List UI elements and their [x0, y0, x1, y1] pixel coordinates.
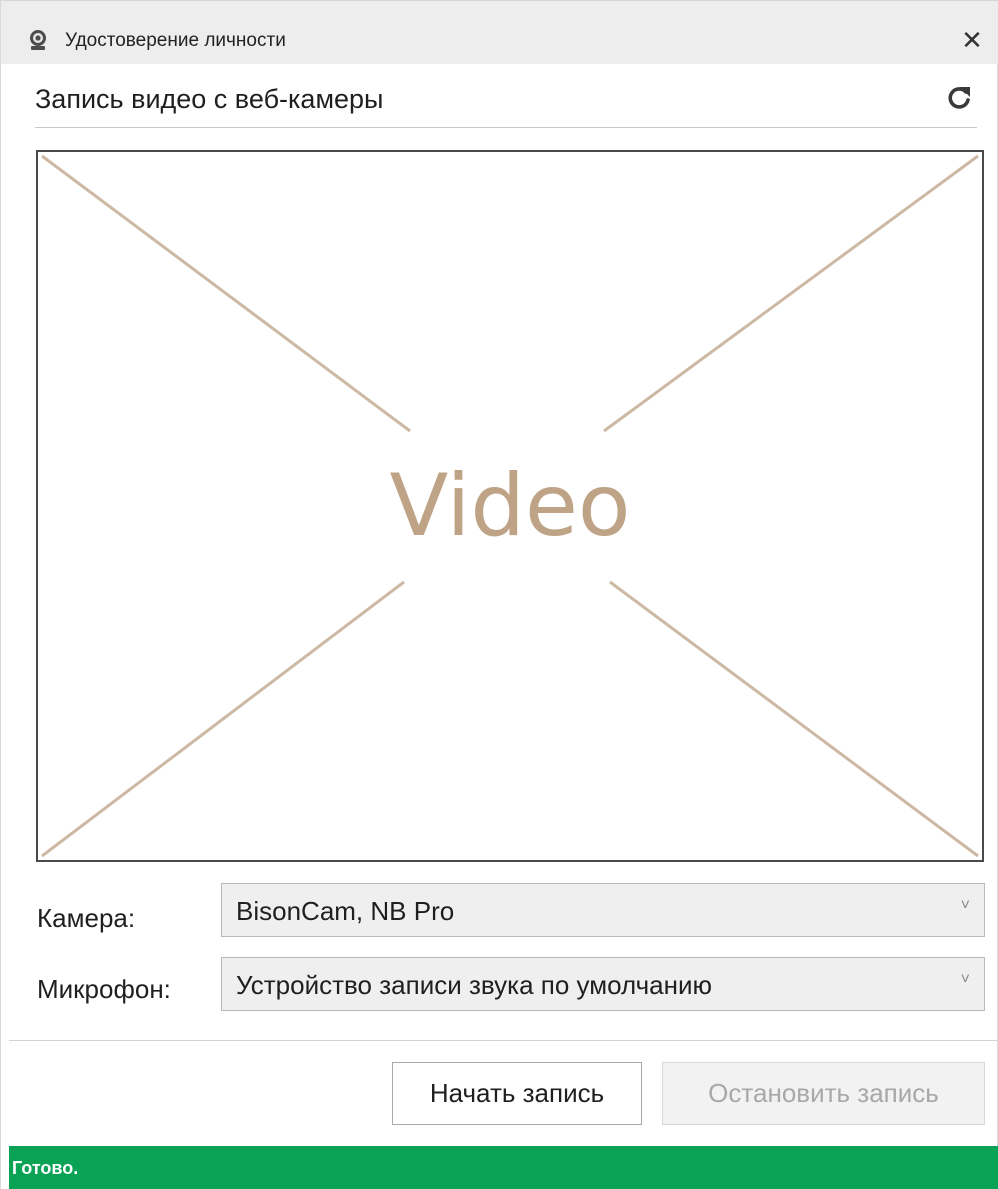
microphone-select[interactable]: Устройство записи звука по умолчанию ˅ [221, 957, 985, 1011]
title-bar[interactable]: Удостоверение личности ✕ [1, 0, 998, 64]
camera-label: Камера: [37, 903, 136, 933]
chevron-down-icon: ˅ [960, 897, 970, 914]
status-bar: Готово. [9, 1146, 998, 1189]
camera-select[interactable]: BisonCam, NB Pro ˅ [221, 883, 985, 937]
video-placeholder-label: Video [389, 456, 631, 556]
camera-select-value: BisonCam, NB Pro [236, 896, 455, 926]
webcam-icon [27, 29, 49, 51]
microphone-select-value: Устройство записи звука по умолчанию [236, 970, 712, 1000]
close-icon[interactable]: ✕ [959, 27, 985, 53]
video-preview: Video [36, 150, 984, 862]
section-header: Запись видео с веб-камеры [35, 80, 977, 128]
page-title: Запись видео с веб-камеры [35, 84, 384, 114]
refresh-icon[interactable] [945, 84, 973, 112]
webcam-dialog: Удостоверение личности ✕ Запись видео с … [0, 0, 998, 1189]
window-title: Удостоверение личности [65, 30, 286, 51]
stop-recording-button[interactable]: Остановить запись [662, 1062, 985, 1125]
status-text: Готово. [12, 1158, 79, 1178]
microphone-label: Микрофон: [37, 974, 171, 1004]
start-recording-button[interactable]: Начать запись [392, 1062, 642, 1125]
divider [9, 1040, 998, 1041]
chevron-down-icon: ˅ [960, 971, 970, 988]
